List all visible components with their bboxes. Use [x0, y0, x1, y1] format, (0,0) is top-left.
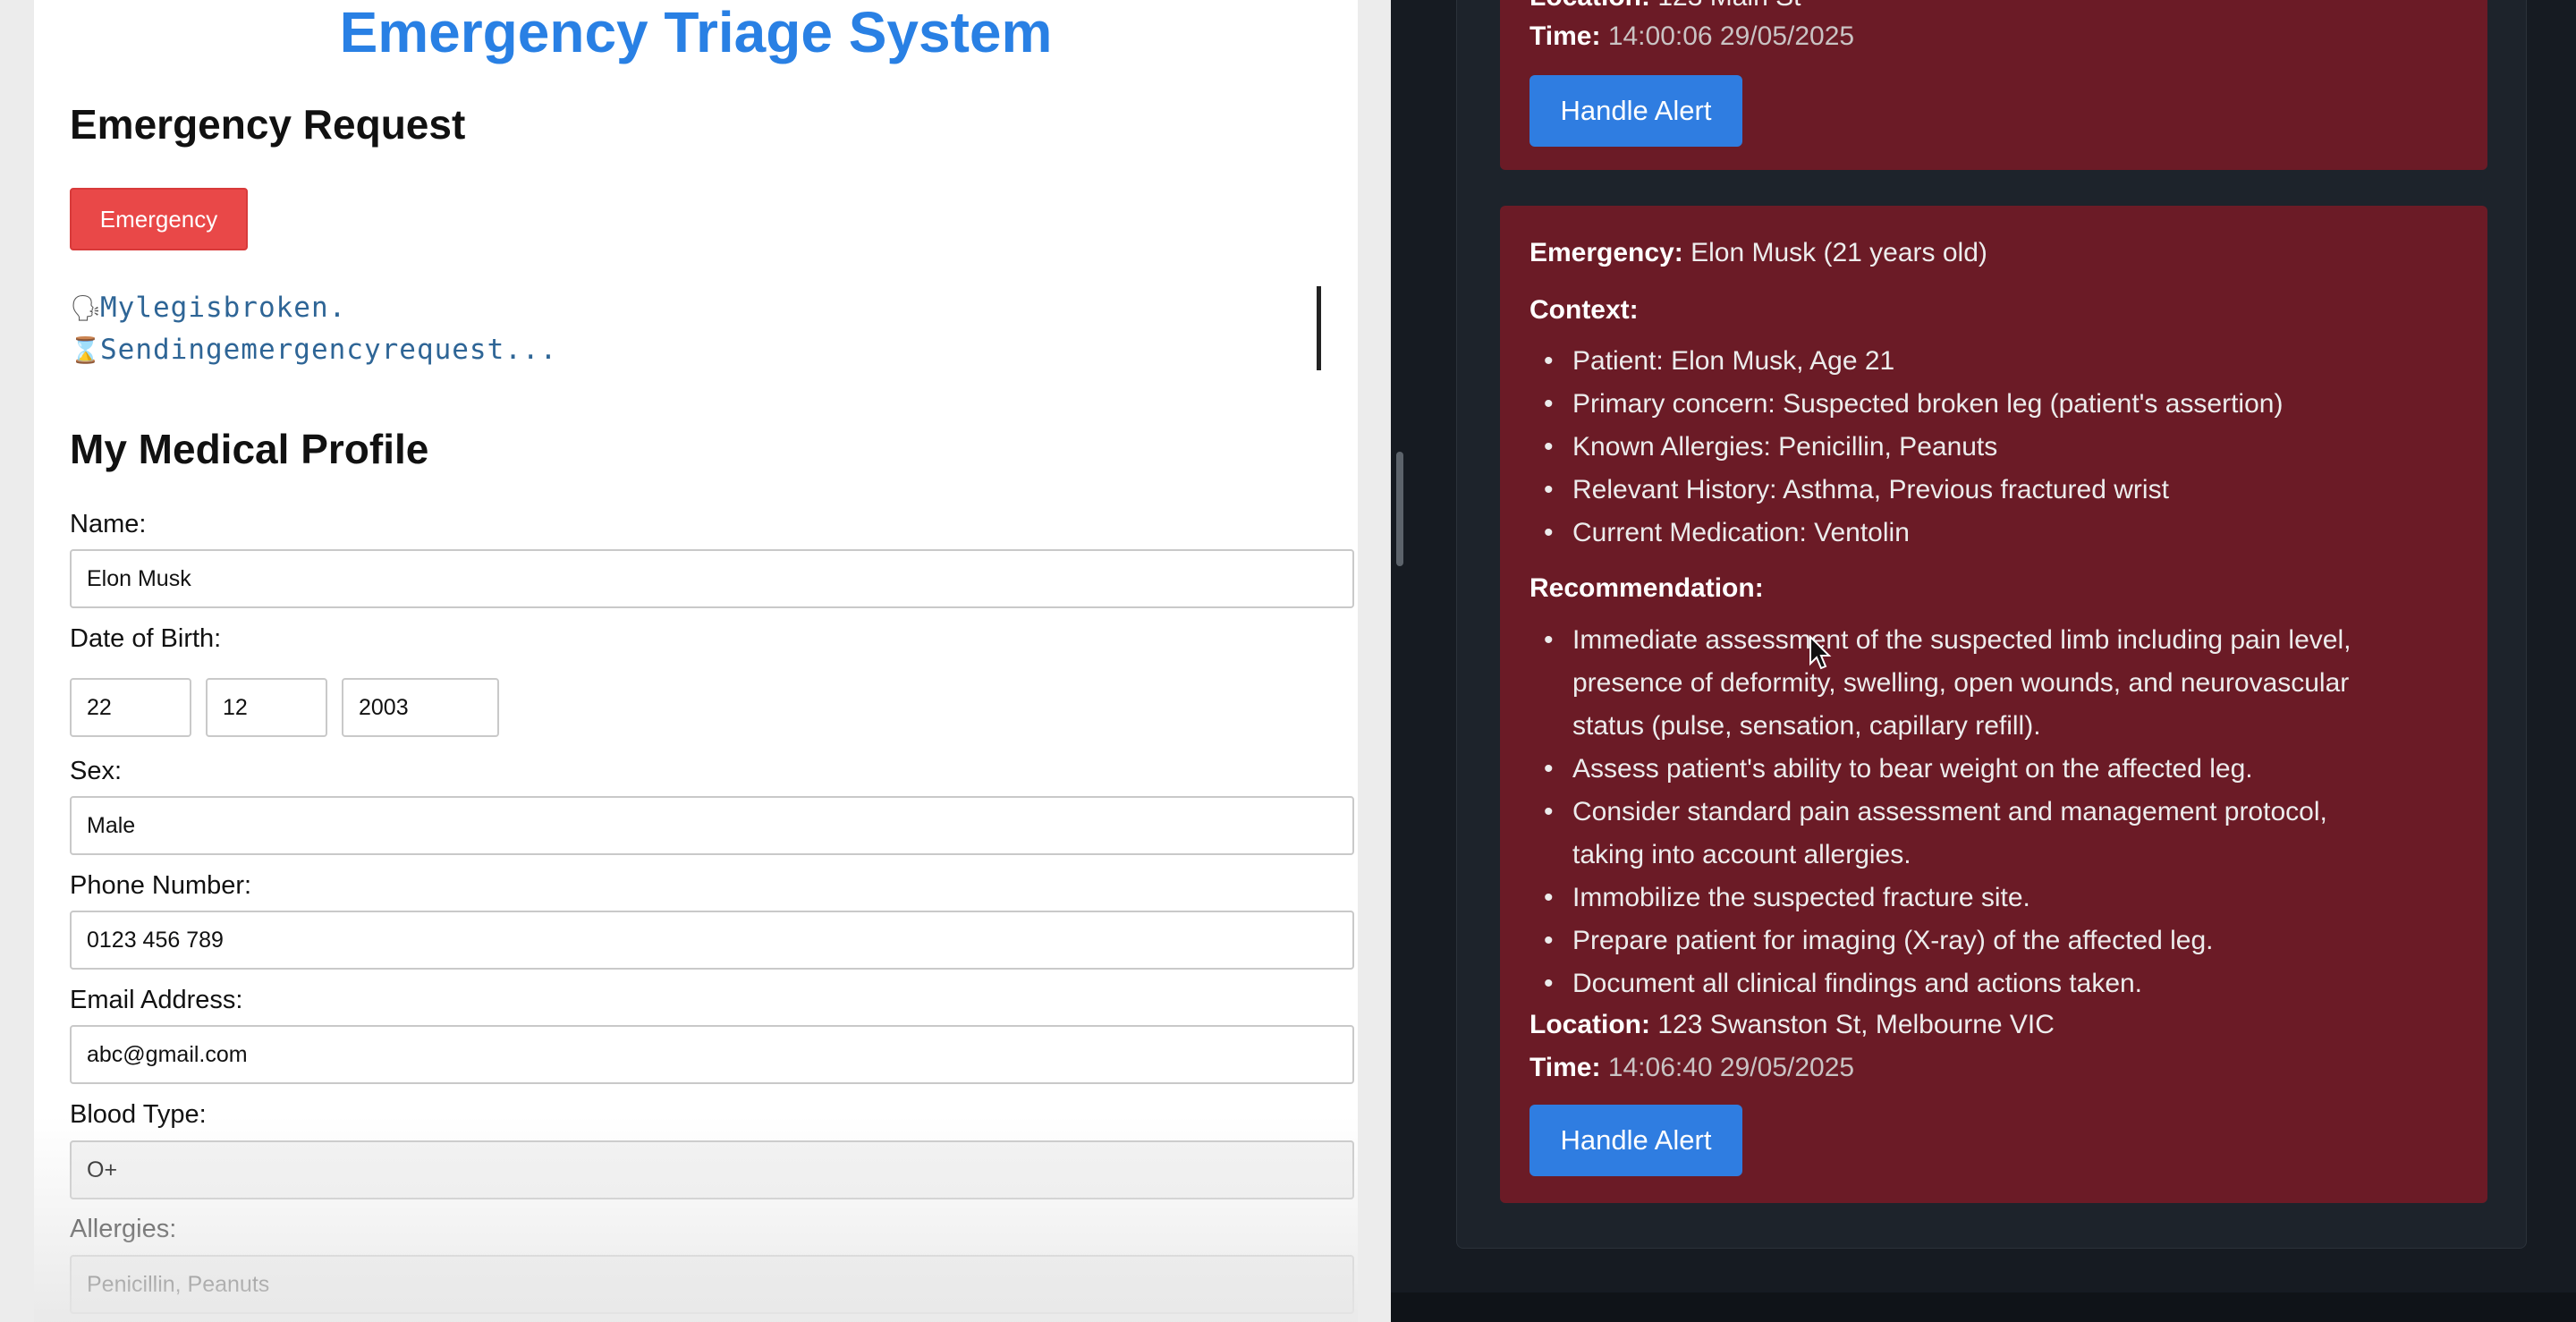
dob-month-field[interactable]: 12 [206, 678, 327, 737]
emergency-button[interactable]: Emergency [70, 188, 248, 250]
transcript-text: Mylegisbroken. [100, 292, 347, 324]
allergies-label: Allergies: [70, 1215, 177, 1243]
dob-label: Date of Birth: [70, 624, 222, 653]
medical-profile-heading: My Medical Profile [70, 426, 429, 472]
emergency-label: Emergency: [1530, 238, 1683, 267]
time-value: 14:00:06 29/05/2025 [1607, 21, 1855, 51]
location-label: Location: [1530, 0, 1650, 12]
speaking-head-icon: 🗣 [70, 292, 103, 323]
app-title: Emergency Triage System [339, 0, 1053, 64]
name-field[interactable]: Elon Musk [70, 549, 1354, 608]
list-item: Relevant History: Asthma, Previous fract… [1544, 469, 2283, 512]
bottom-strip [1391, 1292, 2576, 1322]
list-item: Immobilize the suspected fracture site. [1544, 877, 2351, 919]
transcript-line-status: ⌛ Sendingemergencyrequest... [70, 334, 557, 366]
list-item: Document all clinical findings and actio… [1544, 962, 2351, 1005]
list-item: Prepare patient for imaging (X-ray) of t… [1544, 919, 2351, 962]
context-label: Context: [1530, 295, 1639, 325]
email-label: Email Address: [70, 986, 243, 1014]
transcript-line-speech: 🗣 Mylegisbroken. [70, 292, 346, 324]
context-list: Patient: Elon Musk, Age 21 Primary conce… [1530, 340, 2283, 555]
list-item: Current Medication: Ventolin [1544, 512, 2283, 555]
sex-label: Sex: [70, 757, 123, 785]
handle-alert-button[interactable]: Handle Alert [1530, 1105, 1742, 1176]
phone-label: Phone Number: [70, 871, 252, 900]
alert-time: Time: 14:06:40 29/05/2025 [1530, 1053, 1854, 1083]
text-cursor-bar [1317, 286, 1321, 370]
location-label: Location: [1530, 1010, 1650, 1039]
time-label: Time: [1530, 21, 1601, 51]
dob-day-field[interactable]: 22 [70, 678, 191, 737]
hourglass-icon: ⌛ [70, 335, 102, 365]
recommendation-label: Recommendation: [1530, 573, 1764, 603]
mouse-pointer-icon [1809, 635, 1832, 670]
blood-type-field[interactable]: O+ [70, 1140, 1354, 1199]
list-item: Consider standard pain assessment and ma… [1544, 791, 2351, 877]
dob-year-field[interactable]: 2003 [342, 678, 499, 737]
alert-time: Time: 14:00:06 29/05/2025 [1530, 21, 1854, 52]
location-value: 123 Main St [1657, 0, 1801, 12]
list-item: Patient: Elon Musk, Age 21 [1544, 340, 2283, 383]
scrollbar-thumb[interactable] [1396, 452, 1403, 566]
blood-type-label: Blood Type: [70, 1100, 207, 1129]
alert-location: Location: 123 Swanston St, Melbourne VIC [1530, 1010, 2055, 1040]
handle-alert-button[interactable]: Handle Alert [1530, 75, 1742, 147]
phone-field[interactable]: 0123 456 789 [70, 911, 1354, 970]
recommendation-list: Immediate assessment of the suspected li… [1530, 619, 2351, 1005]
allergies-field[interactable]: Penicillin, Peanuts [70, 1255, 1354, 1314]
email-field[interactable]: abc@gmail.com [70, 1025, 1354, 1084]
alert-emergency: Emergency: Elon Musk (21 years old) [1530, 238, 1987, 268]
sex-field[interactable]: Male [70, 796, 1354, 855]
time-label: Time: [1530, 1053, 1601, 1082]
list-item: Assess patient's ability to bear weight … [1544, 748, 2351, 791]
location-value: 123 Swanston St, Melbourne VIC [1657, 1010, 2055, 1039]
name-label: Name: [70, 510, 147, 538]
list-item: Primary concern: Suspected broken leg (p… [1544, 383, 2283, 426]
time-value: 14:06:40 29/05/2025 [1607, 1053, 1855, 1082]
alert-location: Location: 123 Main St [1530, 0, 1801, 13]
list-item: Immediate assessment of the suspected li… [1544, 619, 2351, 748]
list-item: Known Allergies: Penicillin, Peanuts [1544, 426, 2283, 469]
emergency-value: Elon Musk (21 years old) [1690, 238, 1987, 267]
emergency-request-heading: Emergency Request [70, 101, 466, 148]
transcript-text: Sendingemergencyrequest... [100, 334, 558, 366]
